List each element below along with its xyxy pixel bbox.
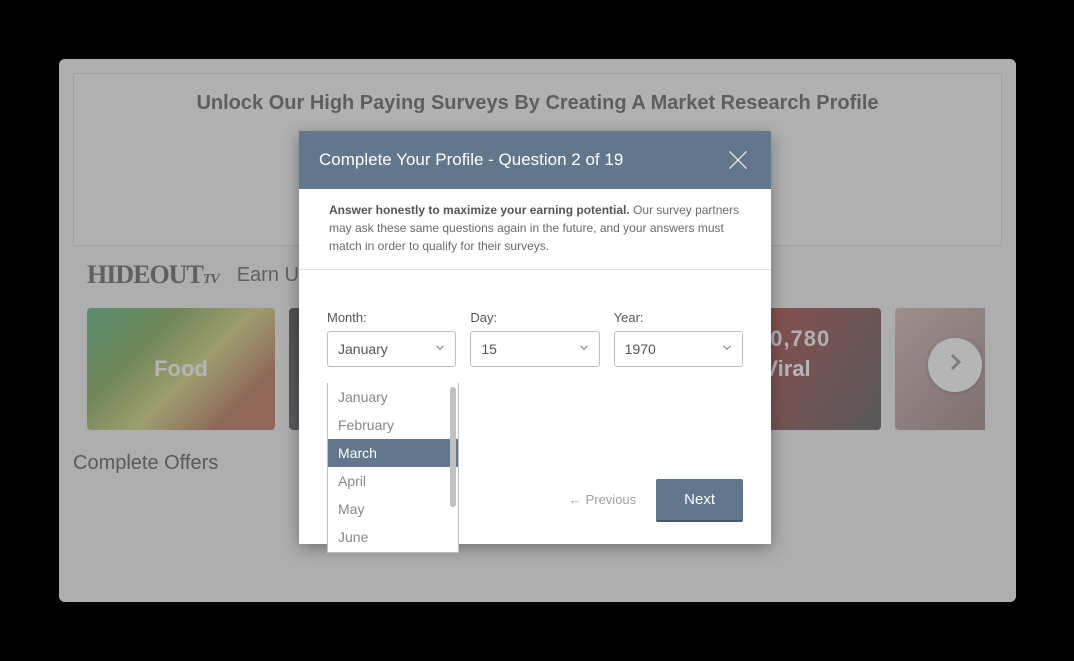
next-button[interactable]: Next bbox=[656, 479, 743, 520]
chevron-down-icon bbox=[577, 341, 591, 358]
day-value: 15 bbox=[481, 341, 497, 357]
day-select[interactable]: 15 bbox=[470, 331, 599, 367]
arrow-left-icon: ← bbox=[569, 492, 582, 507]
year-label: Year: bbox=[614, 310, 743, 325]
month-value: January bbox=[338, 341, 388, 357]
month-label: Month: bbox=[327, 310, 456, 325]
year-value: 1970 bbox=[625, 341, 656, 357]
month-dropdown[interactable]: JanuaryFebruaryMarchAprilMayJuneJulyAugu… bbox=[327, 383, 459, 553]
previous-label: Previous bbox=[586, 492, 637, 507]
month-option[interactable]: June bbox=[328, 523, 458, 551]
month-select[interactable]: January bbox=[327, 331, 456, 367]
month-field: Month: January bbox=[327, 310, 456, 367]
modal-instruction-strong: Answer honestly to maximize your earning… bbox=[329, 203, 630, 217]
profile-modal: Complete Your Profile - Question 2 of 19… bbox=[299, 131, 771, 544]
year-select[interactable]: 1970 bbox=[614, 331, 743, 367]
month-option[interactable]: April bbox=[328, 467, 458, 495]
month-option[interactable]: July bbox=[328, 551, 458, 553]
modal-instruction: Answer honestly to maximize your earning… bbox=[299, 189, 771, 270]
month-option[interactable]: February bbox=[328, 411, 458, 439]
modal-header: Complete Your Profile - Question 2 of 19 bbox=[299, 131, 771, 189]
month-option[interactable]: May bbox=[328, 495, 458, 523]
dropdown-scrollbar[interactable] bbox=[450, 387, 456, 507]
modal-body: Month: January Day: 15 Year: 1970 bbox=[299, 270, 771, 475]
close-icon[interactable] bbox=[725, 147, 751, 173]
modal-title: Complete Your Profile - Question 2 of 19 bbox=[319, 150, 623, 170]
month-option[interactable]: January bbox=[328, 383, 458, 411]
month-option[interactable]: March bbox=[328, 439, 458, 467]
day-field: Day: 15 bbox=[470, 310, 599, 367]
day-label: Day: bbox=[470, 310, 599, 325]
year-field: Year: 1970 bbox=[614, 310, 743, 367]
previous-button[interactable]: ← Previous bbox=[569, 492, 637, 507]
chevron-down-icon bbox=[720, 341, 734, 358]
chevron-down-icon bbox=[433, 341, 447, 358]
